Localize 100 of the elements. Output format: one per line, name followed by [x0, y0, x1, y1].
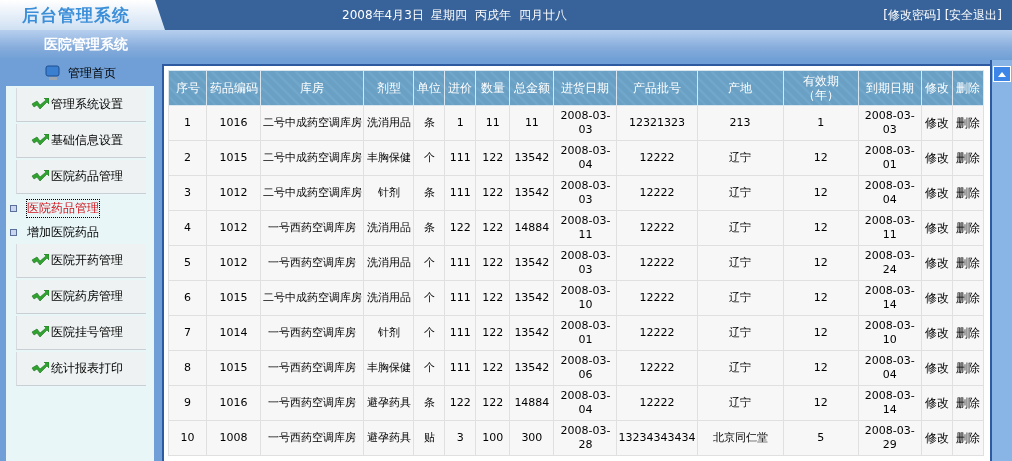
table-cell: 12: [783, 315, 859, 351]
table-cell: 2008-03-03: [553, 105, 617, 141]
menu-group[interactable]: 统计报表打印: [16, 352, 146, 386]
table-cell: 13542: [509, 350, 554, 386]
delete-link[interactable]: 删除: [955, 220, 980, 235]
table-cell: 洗消用品: [363, 105, 414, 141]
table-cell: 2008-03-14: [858, 385, 922, 421]
delete-link[interactable]: 删除: [955, 395, 980, 410]
menu-group[interactable]: 基础信息设置: [16, 124, 146, 158]
table-cell: 14884: [509, 210, 554, 246]
arrow-icon: [31, 289, 49, 304]
table-cell: 12222: [616, 210, 698, 246]
edit-link[interactable]: 修改: [924, 325, 949, 340]
bullet-icon: [10, 204, 17, 212]
table-cell: 7: [168, 315, 207, 351]
table-cell: 辽宁: [697, 315, 784, 351]
delete-link[interactable]: 删除: [955, 325, 980, 340]
menu-link[interactable]: 医院药品管理: [27, 199, 99, 217]
scroll-up-button[interactable]: [993, 66, 1011, 82]
table-cell: 12222: [616, 385, 698, 421]
menu-group[interactable]: 医院开药管理: [16, 244, 146, 278]
home-link[interactable]: 管理首页: [68, 64, 116, 82]
table-cell: 2008-03-24: [858, 245, 922, 281]
table-cell: 1008: [206, 420, 261, 456]
table-cell: 二号中成药空调库房: [260, 105, 364, 141]
delete-link[interactable]: 删除: [955, 290, 980, 305]
table-cell: 5: [168, 245, 207, 281]
table-cell: 2008-03-04: [858, 175, 922, 211]
table-cell: 洗消用品: [363, 245, 414, 281]
table-cell: 12222: [616, 280, 698, 316]
up-arrow-icon: [998, 71, 1006, 77]
table-cell: 13542: [509, 315, 554, 351]
edit-link[interactable]: 修改: [924, 185, 949, 200]
menu-group[interactable]: 医院挂号管理: [16, 316, 146, 350]
header-link[interactable]: [安全退出]: [944, 6, 1002, 24]
header-link[interactable]: [修改密码]: [883, 6, 941, 24]
table-cell: 一号西药空调库房: [260, 385, 364, 421]
table-cell: 一号西药空调库房: [260, 210, 364, 246]
table-cell: 12321323: [616, 105, 698, 141]
table-cell: 一号西药空调库房: [260, 245, 364, 281]
delete-link[interactable]: 删除: [955, 115, 980, 130]
arrow-icon: [31, 97, 49, 112]
table-cell: 9: [168, 385, 207, 421]
table-cell: 2008-03-01: [858, 140, 922, 176]
edit-link[interactable]: 修改: [924, 430, 949, 445]
arrow-icon: [31, 325, 49, 340]
column-header: 序号: [168, 70, 207, 106]
delete-link[interactable]: 删除: [955, 185, 980, 200]
table-cell: 12222: [616, 175, 698, 211]
table-cell: 1016: [206, 385, 261, 421]
table-cell: 3: [168, 175, 207, 211]
table-cell: 2008-03-11: [553, 210, 617, 246]
table-cell: 8: [168, 350, 207, 386]
edit-link[interactable]: 修改: [924, 290, 949, 305]
table-cell: 4: [168, 210, 207, 246]
bullet-icon: [10, 228, 17, 236]
delete-link[interactable]: 删除: [955, 430, 980, 445]
table-cell: 5: [783, 420, 859, 456]
column-header: 药品编码: [206, 70, 261, 106]
date-text: 2008年4月3日 星期四 丙戌年 四月廿八: [342, 6, 567, 24]
table-cell: 二号中成药空调库房: [260, 175, 364, 211]
edit-link[interactable]: 修改: [924, 115, 949, 130]
table-cell: 一号西药空调库房: [260, 420, 364, 456]
table-cell: 300: [509, 420, 554, 456]
delete-link[interactable]: 删除: [955, 255, 980, 270]
delete-link[interactable]: 删除: [955, 360, 980, 375]
edit-link[interactable]: 修改: [924, 150, 949, 165]
table-cell: 1012: [206, 210, 261, 246]
edit-link[interactable]: 修改: [924, 395, 949, 410]
table-cell: 12: [783, 280, 859, 316]
table-cell: 12: [783, 385, 859, 421]
column-header: 删除: [952, 70, 984, 106]
menu-group[interactable]: 医院药房管理: [16, 280, 146, 314]
column-header: 数量: [475, 70, 510, 106]
table-cell: 14884: [509, 385, 554, 421]
table-cell: 2: [168, 140, 207, 176]
column-header: 产品批号: [616, 70, 698, 106]
menu-link[interactable]: 增加医院药品: [27, 223, 99, 241]
edit-link[interactable]: 修改: [924, 220, 949, 235]
table-cell: 丰胸保健: [363, 350, 414, 386]
table-cell: 一号西药空调库房: [260, 315, 364, 351]
table-cell: 2008-03-10: [858, 315, 922, 351]
table-cell: 12: [783, 175, 859, 211]
delete-link[interactable]: 删除: [955, 150, 980, 165]
edit-link[interactable]: 修改: [924, 255, 949, 270]
column-header: 修改: [921, 70, 953, 106]
menu-group[interactable]: 医院药品管理: [16, 160, 146, 194]
table-cell: 2008-03-03: [858, 105, 922, 141]
edit-link[interactable]: 修改: [924, 360, 949, 375]
system-title: 医院管理系统: [44, 36, 128, 54]
table-cell: 一号西药空调库房: [260, 350, 364, 386]
table-cell: 二号中成药空调库房: [260, 140, 364, 176]
arrow-icon: [31, 169, 49, 184]
arrow-icon: [31, 133, 49, 148]
table-cell: 辽宁: [697, 280, 784, 316]
table-cell: 2008-03-14: [858, 280, 922, 316]
table-cell: 12: [783, 245, 859, 281]
table-cell: 避孕药具: [363, 420, 414, 456]
menu-group[interactable]: 管理系统设置: [16, 88, 146, 122]
table-cell: 13542: [509, 245, 554, 281]
